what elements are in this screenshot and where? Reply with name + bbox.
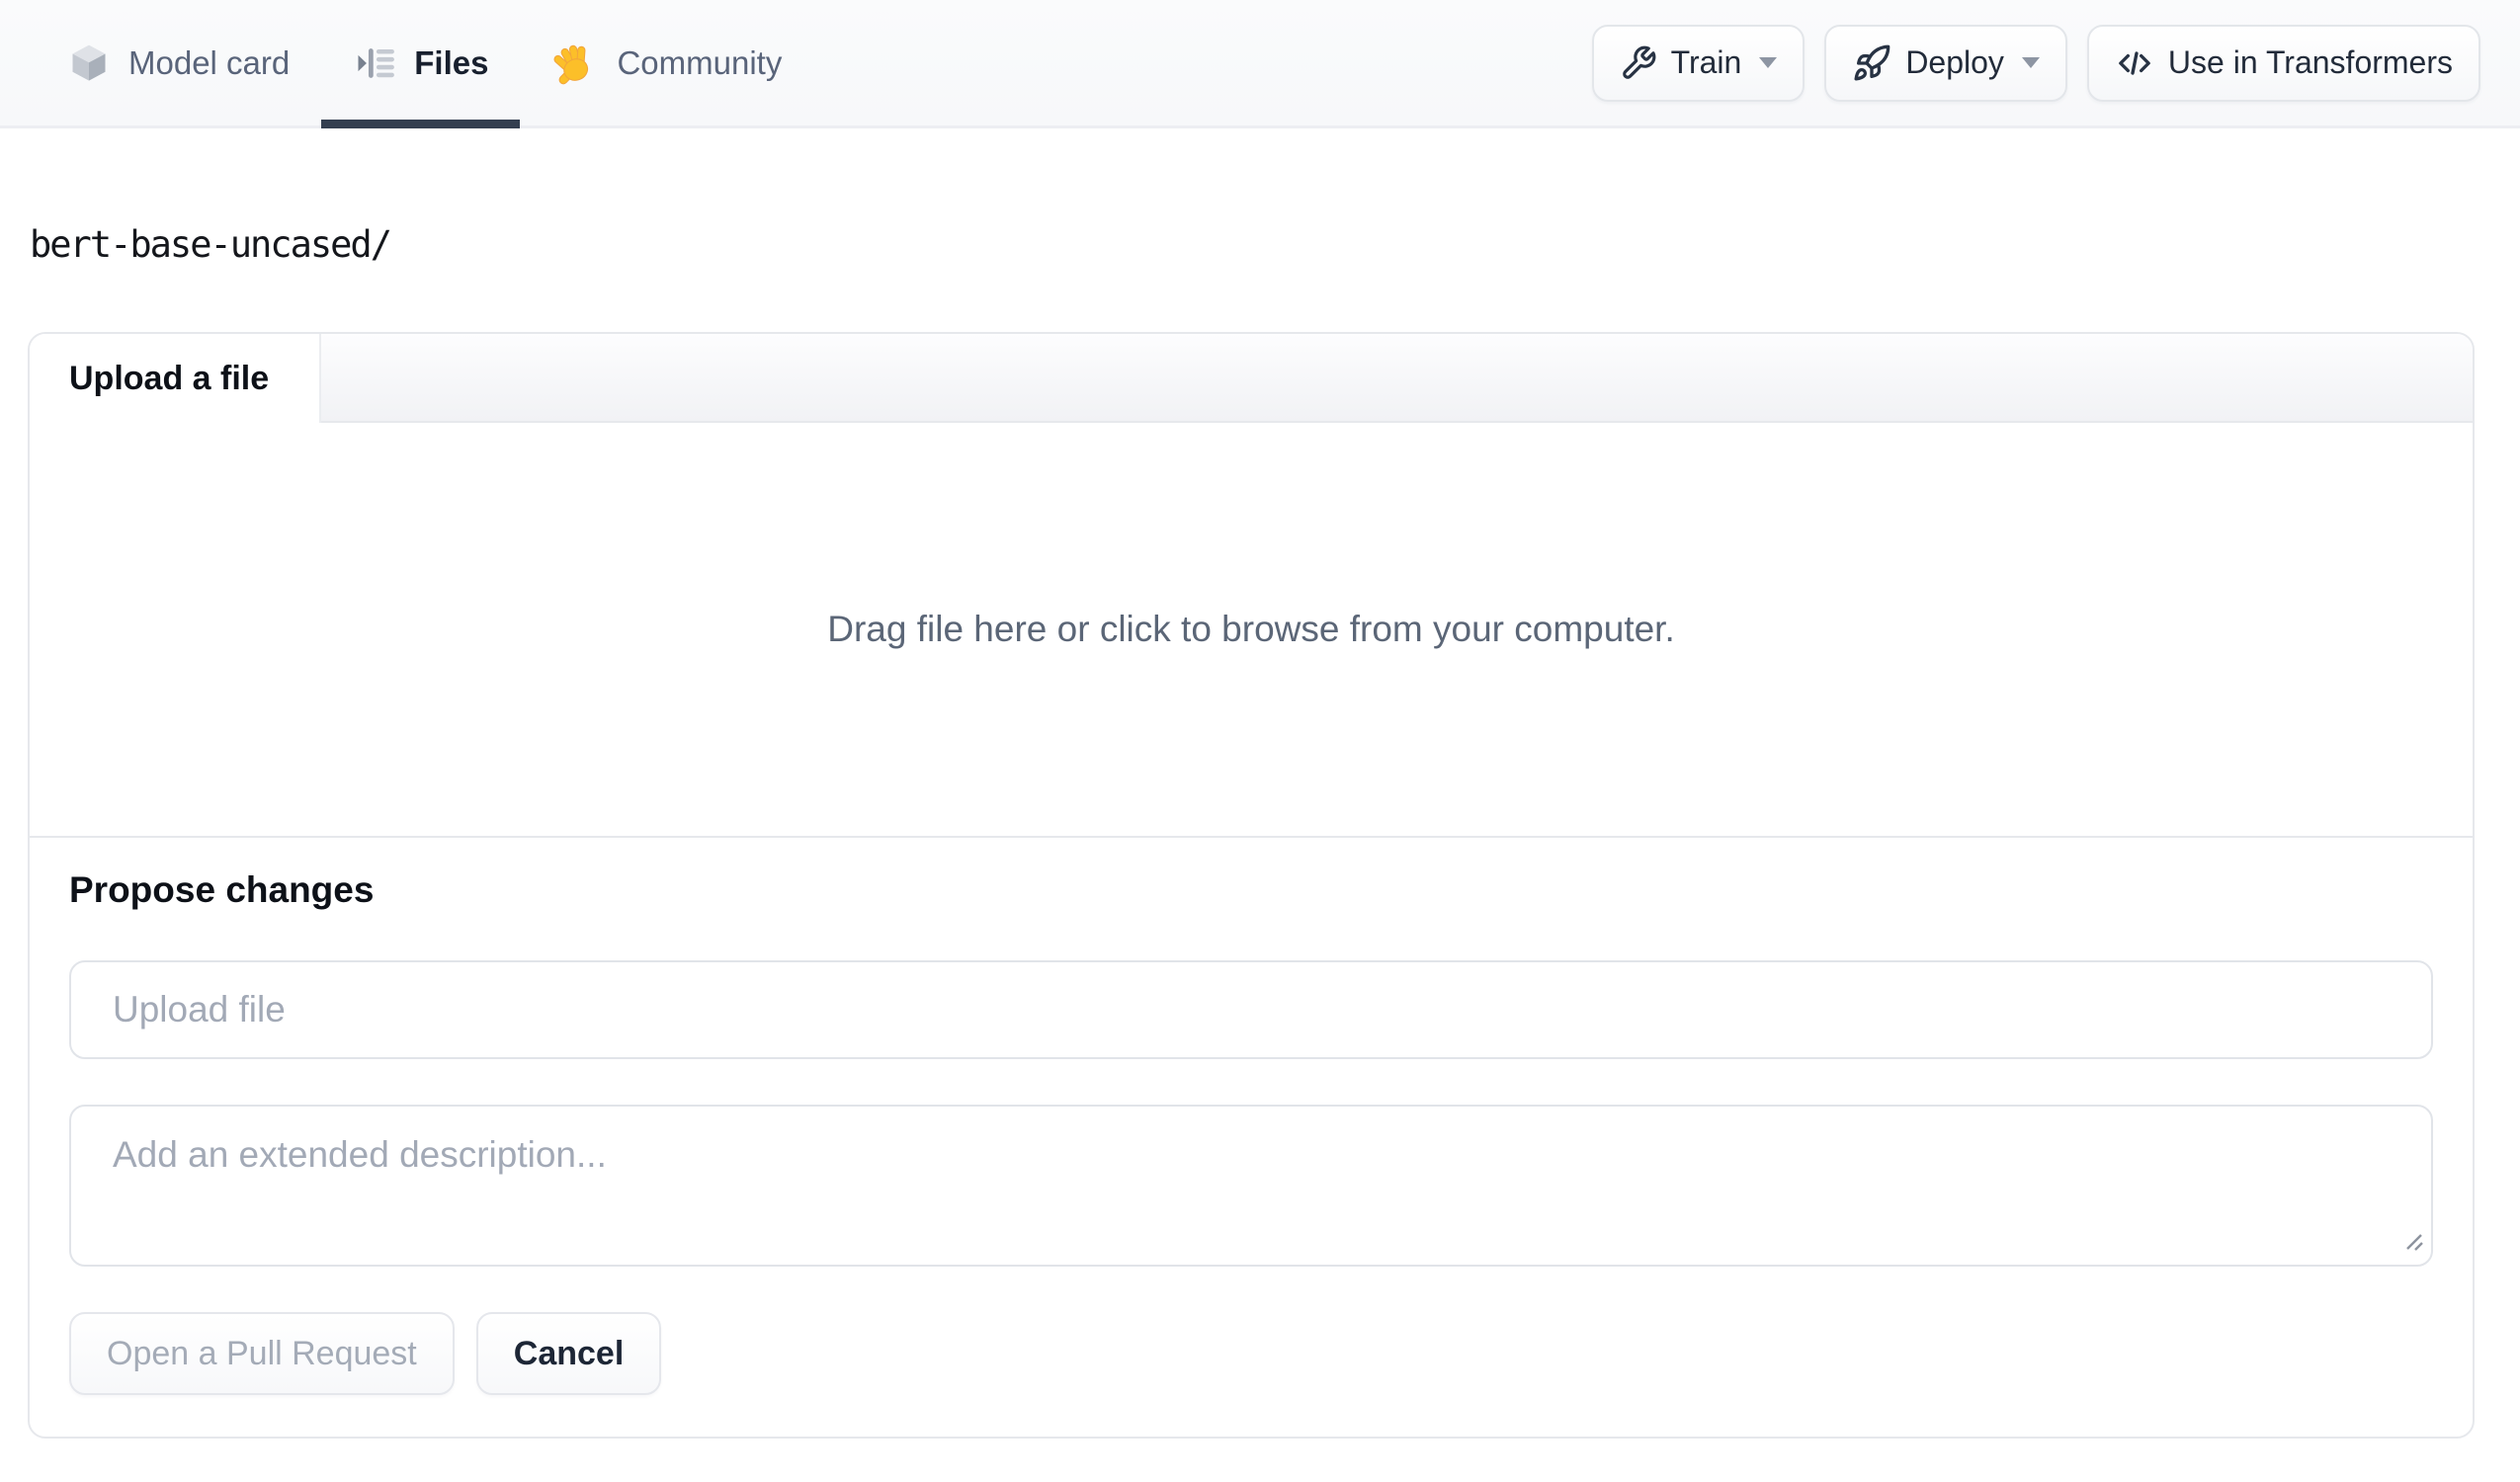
- chevron-down-icon: [2021, 57, 2040, 68]
- train-button[interactable]: Train: [1591, 24, 1806, 102]
- deploy-button-label: Deploy: [1905, 44, 2004, 80]
- description-field-wrap: [69, 1105, 2433, 1267]
- repo-nav-bar: Model card Files Community Train Deploy …: [0, 0, 2520, 128]
- cube-icon: [67, 41, 111, 85]
- file-versions-icon: [353, 41, 396, 85]
- file-dropzone[interactable]: Drag file here or click to browse from y…: [30, 423, 2473, 836]
- tab-files-label: Files: [414, 43, 489, 81]
- waving-hand-icon: [551, 40, 599, 87]
- tab-upload-a-file[interactable]: Upload a file: [30, 334, 321, 423]
- tab-upload-a-file-label: Upload a file: [69, 359, 270, 397]
- upload-filename-input[interactable]: [69, 960, 2433, 1059]
- chevron-down-icon: [1759, 57, 1778, 68]
- upload-panel: Upload a file Drag file here or click to…: [28, 332, 2475, 1439]
- rocket-icon: [1852, 43, 1891, 83]
- repo-path[interactable]: bert-base-uncased/: [30, 223, 2520, 266]
- tabbar-filler: [321, 334, 2473, 423]
- tab-model-card[interactable]: Model card: [36, 0, 321, 125]
- upload-panel-tabbar: Upload a file: [30, 334, 2473, 423]
- cancel-button[interactable]: Cancel: [475, 1312, 662, 1395]
- use-in-transformers-button[interactable]: Use in Transformers: [2086, 24, 2480, 102]
- tab-model-card-label: Model card: [128, 43, 291, 81]
- code-icon: [2115, 43, 2154, 83]
- open-pull-request-button[interactable]: Open a Pull Request: [69, 1312, 455, 1395]
- extended-description-textarea[interactable]: [69, 1105, 2433, 1267]
- wrench-icon: [1620, 44, 1657, 82]
- propose-changes-heading: Propose changes: [69, 869, 375, 910]
- propose-actions: Open a Pull Request Cancel: [69, 1312, 2433, 1395]
- use-in-transformers-label: Use in Transformers: [2167, 44, 2453, 80]
- tab-files[interactable]: Files: [321, 0, 521, 128]
- dropzone-text: Drag file here or click to browse from y…: [827, 609, 1675, 649]
- resize-handle-icon[interactable]: [2399, 1228, 2425, 1259]
- repo-action-buttons: Train Deploy Use in Transformers: [1591, 0, 2480, 125]
- deploy-button[interactable]: Deploy: [1824, 24, 2067, 102]
- repo-tabs: Model card Files Community: [36, 0, 813, 128]
- tab-community-label: Community: [617, 43, 783, 81]
- tab-community[interactable]: Community: [520, 0, 813, 125]
- train-button-label: Train: [1670, 44, 1742, 80]
- propose-changes-section: Propose changes Open a Pull Request Canc…: [30, 836, 2473, 1437]
